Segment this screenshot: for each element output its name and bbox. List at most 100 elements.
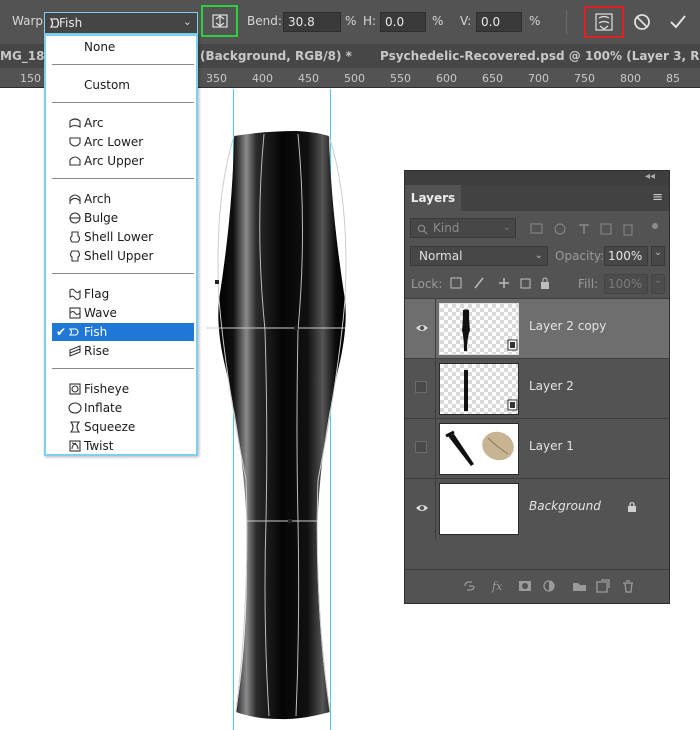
chevron-down-icon: ⌄	[502, 222, 511, 233]
toggle-warp-mode-button[interactable]	[584, 6, 624, 38]
layer-name[interactable]: Layer 1	[529, 439, 574, 453]
filter-icons[interactable]	[529, 221, 661, 237]
menu-item-inflate[interactable]: Inflate	[52, 399, 194, 417]
menu-item-arc-upper[interactable]: Arc Upper	[52, 152, 194, 170]
doc-tab-3[interactable]: Psychedelic-Recovered.psd @ 100% (Layer …	[380, 49, 700, 63]
menu-divider	[52, 64, 194, 65]
ruler-tick: 350	[206, 72, 227, 85]
layer-row[interactable]: Layer 1	[405, 418, 669, 479]
menu-item-label: Fish	[84, 325, 108, 339]
layer-thumbnail[interactable]	[439, 423, 519, 475]
commit-transform-button[interactable]	[666, 10, 690, 34]
ruler-tick: 150	[20, 72, 41, 85]
menu-item-squeeze[interactable]: Squeeze	[52, 418, 194, 436]
menu-item-shell-lower[interactable]: Shell Lower	[52, 228, 194, 246]
menu-item-arc[interactable]: Arc	[52, 114, 194, 132]
layer-thumbnail[interactable]	[439, 363, 519, 415]
arc-icon	[69, 118, 81, 128]
svg-text:fx: fx	[491, 580, 503, 593]
bend-input[interactable]: 30.8	[283, 12, 341, 32]
doc-tab-2[interactable]: (Background, RGB/8) *	[200, 49, 352, 63]
blend-mode-select[interactable]: Normal ⌄	[410, 246, 548, 266]
menu-item-label: Inflate	[84, 401, 123, 415]
arc-upper-icon	[69, 156, 81, 166]
warp-label: Warp	[12, 14, 44, 28]
warp-handle[interactable]	[215, 280, 219, 284]
warp-style-dropdown[interactable]: Fish ⌄	[44, 12, 198, 34]
menu-item-rise[interactable]: Rise	[52, 342, 194, 360]
menu-item-custom[interactable]: Custom	[52, 76, 194, 94]
warped-shape	[218, 131, 346, 720]
layers-panel: ◂◂ Layers ≡ Kind ⌄ Normal ⌄ Opacity: 100…	[404, 170, 670, 604]
layer-name[interactable]: Layer 2	[529, 379, 574, 393]
vertical-distortion-input[interactable]: 0.0	[476, 12, 522, 32]
footer-icons[interactable]: fx	[463, 578, 643, 594]
divider	[435, 359, 436, 419]
thumbnail-image	[462, 309, 518, 351]
chevron-down-icon: ⌄	[182, 15, 192, 28]
menu-item-fisheye[interactable]: Fisheye	[52, 380, 194, 398]
layer-thumbnail[interactable]	[439, 483, 519, 535]
tab-layers[interactable]: Layers	[405, 185, 461, 211]
bend-label: Bend:	[247, 14, 282, 28]
fish-icon	[68, 328, 79, 336]
layer-row[interactable]: Background	[405, 478, 669, 539]
collapse-icon[interactable]: ◂◂	[645, 171, 655, 182]
visibility-toggle[interactable]	[415, 441, 427, 453]
layer-name[interactable]: Layer 2 copy	[529, 319, 606, 333]
warp-handle[interactable]	[288, 519, 292, 523]
menu-item-label: Arch	[84, 192, 112, 206]
horizontal-distortion-input[interactable]: 0.0	[380, 12, 426, 32]
shell-upper-icon	[69, 250, 81, 262]
fill-input[interactable]: 100%	[604, 274, 648, 294]
menu-item-twist[interactable]: Twist	[52, 437, 194, 455]
menu-item-label: Arc Lower	[84, 135, 144, 149]
menu-item-bulge[interactable]: Bulge	[52, 209, 194, 227]
eye-icon[interactable]	[415, 501, 429, 515]
inflate-icon	[68, 402, 82, 414]
layer-row[interactable]: Layer 2 copy	[405, 298, 669, 359]
eye-icon[interactable]	[415, 321, 429, 335]
menu-item-arc-lower[interactable]: Arc Lower	[52, 133, 194, 151]
search-icon	[417, 222, 428, 240]
menu-item-label: Arc	[84, 116, 104, 130]
menu-item-flag[interactable]: Flag	[52, 285, 194, 303]
checkmark-icon	[670, 15, 686, 29]
panel-menu-icon[interactable]: ≡	[652, 190, 663, 205]
menu-item-fish[interactable]: ✔ Fish	[52, 323, 194, 341]
flag-icon	[69, 288, 81, 301]
lock-icons[interactable]	[449, 275, 553, 291]
menu-item-arch[interactable]: Arch	[52, 190, 194, 208]
layer-row[interactable]: Layer 2	[405, 358, 669, 419]
fill-dropdown-icon[interactable]: ⌄	[651, 274, 665, 294]
menu-item-label: Bulge	[84, 211, 119, 225]
menu-divider	[52, 178, 194, 179]
visibility-toggle[interactable]	[415, 381, 427, 393]
menu-item-none[interactable]: None	[52, 38, 194, 56]
menu-item-shell-upper[interactable]: Shell Upper	[52, 247, 194, 265]
divider	[435, 299, 436, 359]
menu-item-label: Shell Lower	[84, 230, 154, 244]
ruler-tick: 85	[666, 72, 680, 85]
panel-title-bar[interactable]: ◂◂	[405, 171, 669, 185]
arc-lower-icon	[69, 137, 81, 147]
arch-icon	[69, 194, 81, 204]
menu-item-wave[interactable]: Wave	[52, 304, 194, 322]
divider	[435, 479, 436, 539]
opacity-dropdown-icon[interactable]: ⌄	[651, 246, 665, 266]
cancel-transform-button[interactable]	[630, 10, 654, 34]
wave-icon	[69, 307, 81, 319]
ruler-tick: 450	[298, 72, 319, 85]
filter-kind-select[interactable]: Kind ⌄	[410, 218, 516, 238]
ruler-tick: 500	[344, 72, 365, 85]
opacity-input[interactable]: 100%	[604, 246, 648, 266]
panel-footer: fx	[405, 569, 669, 603]
lock-icon	[628, 501, 636, 512]
layer-thumbnail[interactable]	[439, 303, 519, 355]
warp-style-value: Fish	[59, 16, 83, 30]
h-unit: %	[432, 14, 444, 28]
warp-handle[interactable]	[294, 326, 298, 330]
layer-name[interactable]: Background	[529, 499, 601, 513]
fill-label: Fill:	[578, 277, 599, 291]
change-warp-orientation-button[interactable]	[201, 5, 238, 37]
